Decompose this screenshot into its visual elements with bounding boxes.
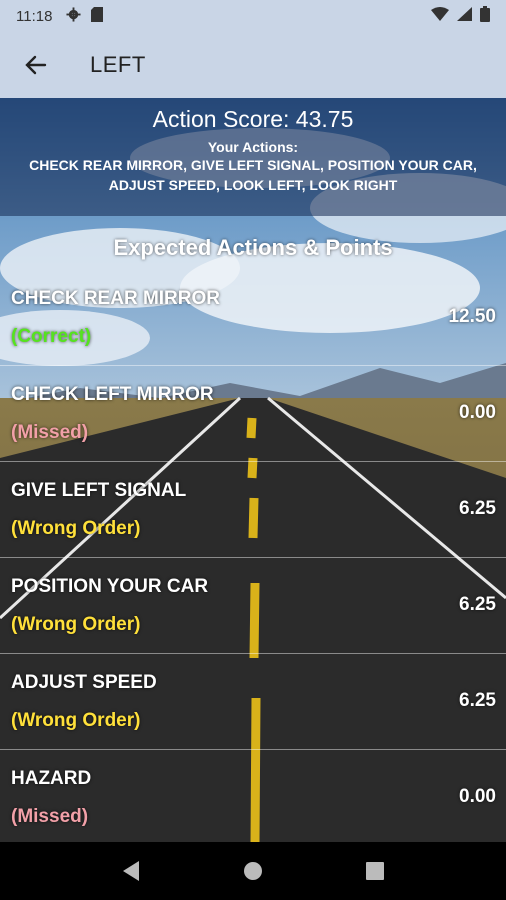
list-item[interactable]: GIVE LEFT SIGNAL (Wrong Order) 6.25 bbox=[0, 462, 506, 558]
action-points: 0.00 bbox=[459, 402, 496, 423]
status-bar: 11:18 bbox=[0, 0, 506, 32]
status-time: 11:18 bbox=[16, 7, 53, 25]
system-nav-bar bbox=[0, 842, 506, 900]
action-score: Action Score: 43.75 bbox=[152, 106, 354, 132]
your-actions-label: Your Actions: bbox=[207, 139, 299, 155]
list-item[interactable]: HAZARD (Missed) 0.00 bbox=[0, 750, 506, 842]
app-bar: LEFT bbox=[0, 32, 506, 98]
signal-icon bbox=[457, 7, 472, 25]
action-status: (Missed) bbox=[11, 422, 89, 443]
nav-recents-icon[interactable] bbox=[355, 851, 395, 891]
action-points: 6.25 bbox=[459, 594, 496, 615]
nav-home-icon[interactable] bbox=[233, 851, 273, 891]
action-name: CHECK LEFT MIRROR bbox=[11, 384, 214, 405]
sd-card-icon bbox=[91, 6, 104, 26]
expected-actions-heading: Expected Actions & Points bbox=[113, 235, 393, 260]
action-status: (Wrong Order) bbox=[11, 518, 141, 539]
action-status: (Missed) bbox=[11, 806, 89, 827]
nav-back-icon[interactable] bbox=[111, 851, 151, 891]
battery-icon bbox=[480, 6, 490, 26]
your-actions-list: CHECK REAR MIRROR, GIVE LEFT SIGNAL, POS… bbox=[29, 157, 477, 193]
action-name: HAZARD bbox=[11, 768, 92, 789]
action-points: 12.50 bbox=[448, 306, 496, 327]
expected-actions-list: CHECK REAR MIRROR (Correct) 12.50 CHECK … bbox=[0, 270, 506, 842]
action-name: POSITION YOUR CAR bbox=[11, 576, 209, 597]
action-name: CHECK REAR MIRROR bbox=[11, 288, 220, 309]
action-points: 6.25 bbox=[459, 498, 496, 519]
list-item[interactable]: CHECK LEFT MIRROR (Missed) 0.00 bbox=[0, 366, 506, 462]
action-name: GIVE LEFT SIGNAL bbox=[11, 480, 187, 501]
list-item[interactable]: POSITION YOUR CAR (Wrong Order) 6.25 bbox=[0, 558, 506, 654]
action-name: ADJUST SPEED bbox=[11, 672, 157, 693]
gear-icon bbox=[66, 6, 81, 26]
action-status: (Correct) bbox=[11, 326, 92, 347]
back-arrow-icon[interactable] bbox=[22, 51, 50, 79]
wifi-icon bbox=[431, 7, 449, 25]
score-summary: Action Score: 43.75 Your Actions: CHECK … bbox=[0, 98, 506, 216]
page-title: LEFT bbox=[90, 52, 146, 77]
action-points: 0.00 bbox=[459, 786, 496, 807]
action-status: (Wrong Order) bbox=[11, 614, 141, 635]
content-area[interactable]: Action Score: 43.75 Your Actions: CHECK … bbox=[0, 98, 506, 842]
action-status: (Wrong Order) bbox=[11, 710, 141, 731]
list-item[interactable]: ADJUST SPEED (Wrong Order) 6.25 bbox=[0, 654, 506, 750]
list-item[interactable]: CHECK REAR MIRROR (Correct) 12.50 bbox=[0, 270, 506, 366]
action-points: 6.25 bbox=[459, 690, 496, 711]
